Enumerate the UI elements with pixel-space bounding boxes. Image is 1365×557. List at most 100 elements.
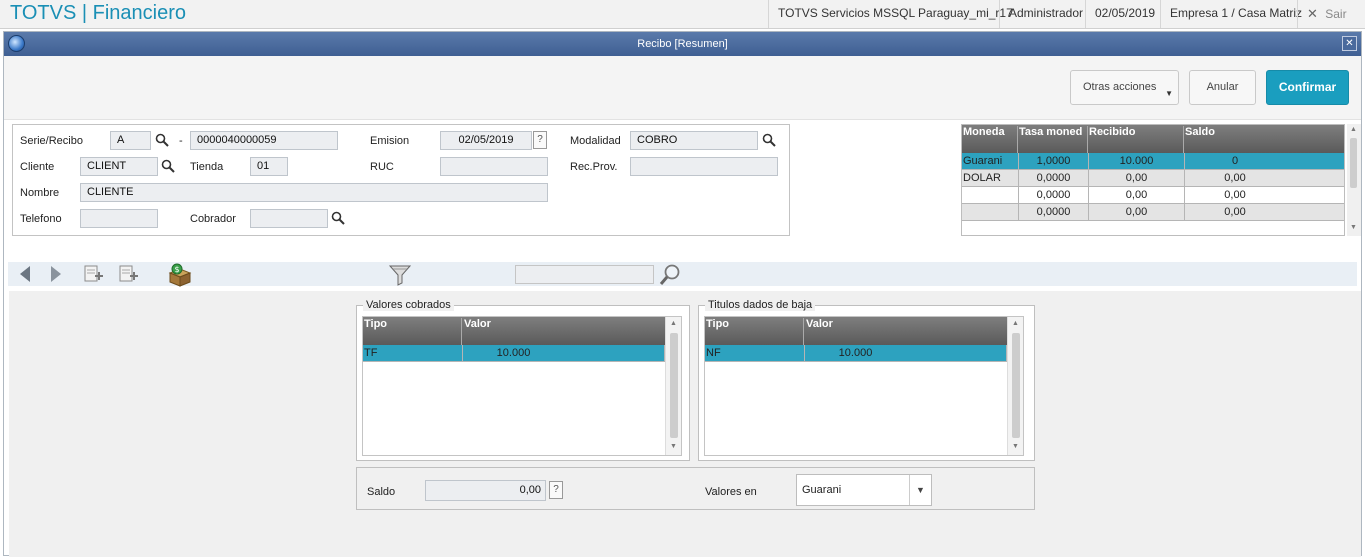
add-document-icon[interactable]: [118, 264, 140, 284]
tienda-field[interactable]: 01: [250, 157, 288, 176]
caret-down-icon: ▼: [1165, 89, 1173, 98]
grid-scrollbar[interactable]: ▲ ▼: [665, 317, 681, 455]
action-bar: Otras acciones ▼ Anular Confirmar: [4, 56, 1361, 120]
grid-cell: NF: [705, 345, 805, 362]
grid-cell: 0,00: [1089, 187, 1185, 204]
search-icon[interactable]: [161, 159, 175, 173]
col-header[interactable]: Tipo: [364, 318, 462, 345]
ruc-field[interactable]: [440, 157, 548, 176]
close-icon: ✕: [1307, 6, 1318, 21]
modalidad-field[interactable]: COBRO: [630, 131, 758, 150]
top-bar: TOTVS | Financiero TOTVS Servicios MSSQL…: [0, 0, 1365, 29]
recibo-field[interactable]: 0000040000059: [190, 131, 338, 150]
grid-cell: 1,0000: [1019, 153, 1089, 170]
svg-text:$: $: [175, 265, 180, 274]
grid-cell: [962, 204, 1019, 221]
col-header[interactable]: Tipo: [706, 318, 804, 345]
grid-cell: 0: [1185, 153, 1344, 170]
grid-scrollbar[interactable]: ▲ ▼: [1007, 317, 1023, 455]
search-icon[interactable]: [762, 133, 776, 147]
window-title: Recibo [Resumen]: [637, 38, 728, 50]
search-input[interactable]: [515, 265, 654, 284]
scroll-down-icon[interactable]: ▼: [670, 443, 677, 450]
group-title: Valores cobrados: [363, 299, 454, 311]
environment-label: TOTVS Servicios MSSQL Paraguay_mi_r17: [768, 0, 1022, 28]
grid-cell: Guarani: [962, 153, 1019, 170]
dash-separator: -: [179, 135, 183, 147]
col-header[interactable]: Valor: [806, 318, 1006, 345]
previous-arrow-icon[interactable]: [18, 265, 32, 283]
scroll-thumb[interactable]: [670, 333, 678, 438]
scroll-down-icon[interactable]: ▼: [1012, 443, 1019, 450]
app-logo-icon: [8, 35, 25, 52]
close-window-button[interactable]: ✕: [1342, 36, 1357, 51]
titulos-grid: Tipo Valor NF 10.000 ▲ ▼: [704, 316, 1024, 456]
serie-field[interactable]: A: [110, 131, 151, 150]
saldo-help-button[interactable]: ?: [549, 481, 563, 499]
next-arrow-icon[interactable]: [49, 265, 63, 283]
grid-cell: 10.000: [805, 345, 1007, 362]
cobrador-field[interactable]: [250, 209, 328, 228]
saldo-label: Saldo: [367, 486, 396, 498]
group-title: Titulos dados de baja: [705, 299, 816, 311]
cancel-button[interactable]: Anular: [1189, 70, 1256, 105]
saldo-field[interactable]: 0,00: [425, 480, 546, 501]
recibo-window: Recibo [Resumen] ✕ Otras acciones ▼ Anul…: [3, 31, 1362, 557]
cliente-field[interactable]: CLIENT: [80, 157, 158, 176]
emision-field[interactable]: 02/05/2019: [440, 131, 532, 150]
company-label: Empresa 1 / Casa Matriz: [1160, 0, 1311, 28]
nombre-label: Nombre: [20, 187, 60, 199]
currency-grid-scrollbar[interactable]: ▲ ▼: [1347, 124, 1361, 236]
recprov-field[interactable]: [630, 157, 778, 176]
col-header[interactable]: Saldo: [1185, 126, 1344, 153]
scroll-thumb[interactable]: [1350, 138, 1357, 188]
grid-cell: 0,00: [1185, 170, 1344, 187]
valores-grid: Tipo Valor TF 10.000 ▲ ▼: [362, 316, 682, 456]
grid-cell: 0,0000: [1019, 170, 1089, 187]
currency-grid: Moneda Tasa moned Recibido Saldo Guarani…: [961, 124, 1345, 236]
grid-cell: 0,00: [1185, 204, 1344, 221]
col-header[interactable]: Tasa moned: [1019, 126, 1088, 153]
date-label: 02/05/2019: [1085, 0, 1164, 28]
confirm-button[interactable]: Confirmar: [1266, 70, 1349, 105]
search-icon[interactable]: [155, 133, 169, 147]
other-actions-label: Otras acciones: [1083, 81, 1157, 93]
grid-cell: 0,00: [1089, 170, 1185, 187]
tienda-label: Tienda: [190, 161, 224, 173]
totals-group: Saldo 0,00 ? Valores en Guarani ▼: [356, 467, 1035, 510]
money-box-icon[interactable]: $: [166, 263, 194, 287]
add-document-icon[interactable]: [83, 264, 105, 284]
serie-label: Serie/Recibo: [20, 135, 83, 147]
exit-button[interactable]: ✕ Sair: [1297, 0, 1365, 28]
grid-cell: 0,00: [1185, 187, 1344, 204]
grid-cell: 10.000: [463, 345, 665, 362]
scroll-thumb[interactable]: [1012, 333, 1020, 438]
user-label: Administrador: [999, 0, 1092, 28]
search-icon[interactable]: [331, 211, 345, 225]
nombre-field[interactable]: CLIENTE: [80, 183, 548, 202]
scroll-up-icon[interactable]: ▲: [1012, 320, 1019, 327]
currency-select-value: Guarani: [802, 484, 842, 496]
scroll-down-icon[interactable]: ▼: [1350, 224, 1357, 231]
date-help-button[interactable]: ?: [533, 131, 547, 149]
emision-label: Emision: [370, 135, 410, 147]
scroll-up-icon[interactable]: ▲: [670, 320, 677, 327]
telefono-field[interactable]: [80, 209, 158, 228]
col-header[interactable]: Recibido: [1089, 126, 1184, 153]
grid-cell: 10.000: [1089, 153, 1185, 170]
receipt-header-form: Serie/Recibo A - 0000040000059 Emision 0…: [12, 124, 790, 236]
chevron-down-icon[interactable]: ▼: [909, 475, 931, 505]
filter-icon[interactable]: [388, 263, 412, 287]
grid-cell: 0,0000: [1019, 187, 1089, 204]
app-title: TOTVS | Financiero: [10, 2, 186, 24]
exit-label: Sair: [1325, 7, 1347, 21]
cliente-label: Cliente: [20, 161, 55, 173]
search-icon[interactable]: [658, 263, 682, 287]
cobrador-label: Cobrador: [190, 213, 236, 225]
col-header[interactable]: Valor: [464, 318, 664, 345]
modalidad-label: Modalidad: [570, 135, 621, 147]
other-actions-button[interactable]: Otras acciones ▼: [1070, 70, 1179, 105]
currency-select[interactable]: Guarani ▼: [796, 474, 932, 506]
col-header[interactable]: Moneda: [963, 126, 1018, 153]
scroll-up-icon[interactable]: ▲: [1350, 126, 1357, 133]
